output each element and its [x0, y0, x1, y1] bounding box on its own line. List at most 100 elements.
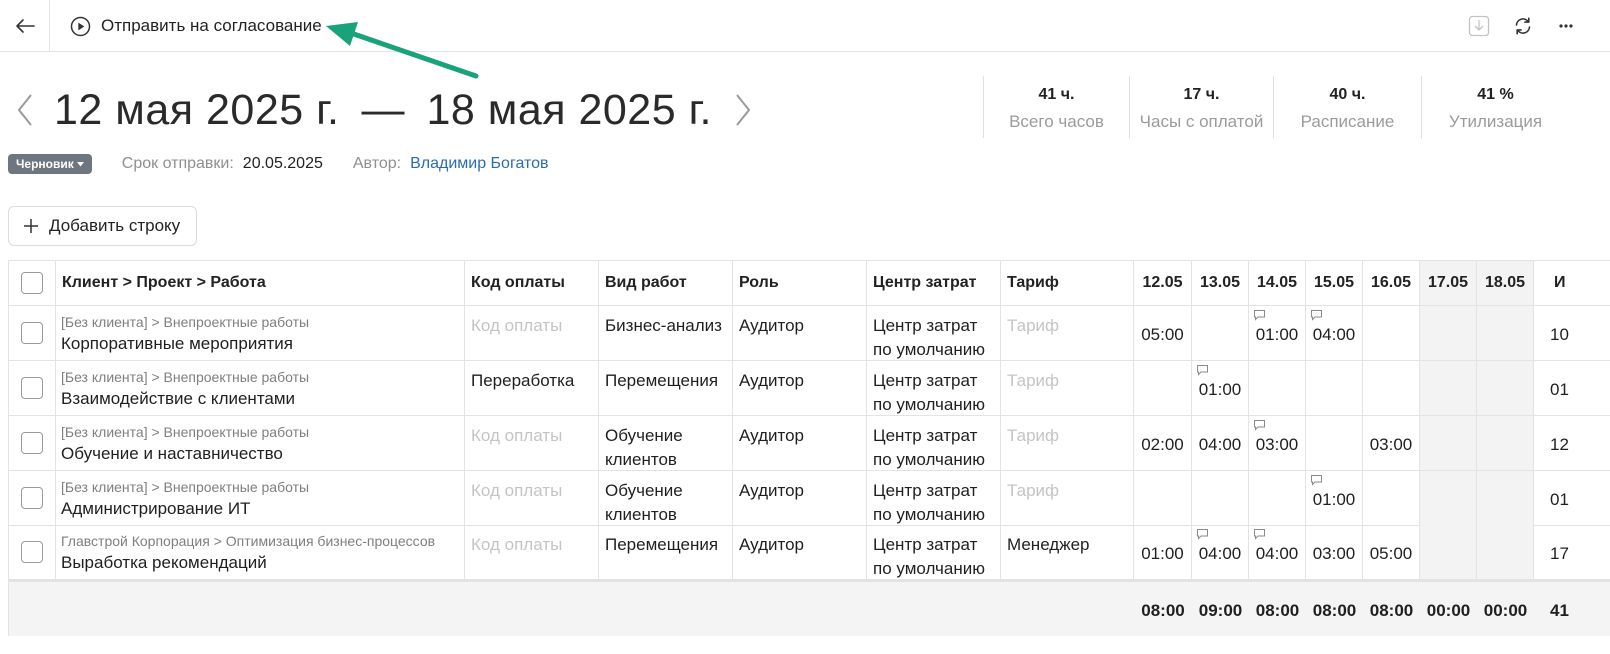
hours-value[interactable]: 01:00	[1249, 325, 1305, 345]
pay-code-cell[interactable]: Переработка	[465, 361, 599, 415]
previous-week-button[interactable]	[10, 82, 40, 138]
pay-code-cell[interactable]: Код оплаты	[465, 471, 599, 525]
hours-cell-13.05[interactable]: 04:00	[1192, 525, 1249, 579]
pay-code-cell[interactable]: Код оплаты	[465, 306, 599, 360]
task-cell[interactable]: [Без клиента] > Внепроектные работы Корпо…	[56, 306, 465, 360]
work-type-cell[interactable]: Бизнес-анализ	[599, 306, 733, 360]
hours-cell-14.05[interactable]	[1249, 471, 1306, 525]
hours-cell-15.05[interactable]: 01:00	[1306, 471, 1363, 525]
hours-value[interactable]: 05:00	[1134, 325, 1191, 345]
hours-cell-14.05[interactable]	[1249, 361, 1306, 415]
next-week-button[interactable]	[728, 82, 758, 138]
comment-icon[interactable]	[1310, 309, 1323, 321]
hours-cell-15.05[interactable]	[1306, 361, 1363, 415]
hours-cell-13.05[interactable]	[1192, 471, 1249, 525]
hours-cell-18.05[interactable]	[1477, 416, 1534, 470]
row-checkbox[interactable]	[21, 541, 43, 563]
comment-icon[interactable]	[1253, 419, 1266, 431]
comment-icon[interactable]	[1310, 474, 1323, 486]
hours-cell-18.05[interactable]	[1477, 306, 1534, 360]
role-cell[interactable]: Аудитор	[733, 306, 867, 360]
task-cell[interactable]: [Без клиента] > Внепроектные работы Обуче…	[56, 416, 465, 470]
hours-cell-16.05[interactable]	[1363, 306, 1420, 360]
hours-value[interactable]: 05:00	[1363, 544, 1419, 564]
hours-value[interactable]: 03:00	[1249, 435, 1305, 455]
hours-value[interactable]: 04:00	[1192, 544, 1248, 564]
comment-icon[interactable]	[1196, 528, 1209, 540]
role-cell[interactable]: Аудитор	[733, 525, 867, 579]
submit-for-approval-button[interactable]: Отправить на согласование	[70, 14, 322, 38]
status-badge[interactable]: Черновик	[8, 154, 92, 174]
pay-code-cell[interactable]: Код оплаты	[465, 416, 599, 470]
cost-center-cell[interactable]: Центр затрат по умолчанию	[867, 361, 1001, 415]
comment-icon[interactable]	[1196, 364, 1209, 376]
hours-cell-16.05[interactable]	[1363, 471, 1420, 525]
hours-cell-13.05[interactable]: 04:00	[1192, 416, 1249, 470]
more-button[interactable]	[1554, 14, 1578, 38]
work-type-cell[interactable]: Обучение клиентов	[599, 471, 733, 525]
hours-cell-17.05[interactable]	[1420, 471, 1477, 525]
hours-cell-16.05[interactable]: 03:00	[1363, 416, 1420, 470]
row-checkbox[interactable]	[21, 432, 43, 454]
hours-cell-16.05[interactable]	[1363, 361, 1420, 415]
row-checkbox[interactable]	[21, 377, 43, 399]
work-type-cell[interactable]: Перемещения	[599, 361, 733, 415]
hours-value[interactable]: 04:00	[1306, 325, 1362, 345]
rate-cell[interactable]: Менеджер	[1001, 525, 1134, 579]
hours-cell-12.05[interactable]	[1134, 471, 1192, 525]
hours-cell-14.05[interactable]: 03:00	[1249, 416, 1306, 470]
hours-cell-15.05[interactable]: 04:00	[1306, 306, 1363, 360]
hours-cell-17.05[interactable]	[1420, 306, 1477, 360]
hours-cell-12.05[interactable]: 01:00	[1134, 525, 1192, 579]
download-button[interactable]	[1467, 14, 1491, 38]
hours-cell-13.05[interactable]	[1192, 306, 1249, 360]
hours-cell-13.05[interactable]: 01:00	[1192, 361, 1249, 415]
hours-value[interactable]: 01:00	[1192, 380, 1248, 400]
hours-value[interactable]: 04:00	[1249, 544, 1305, 564]
hours-value[interactable]: 04:00	[1192, 435, 1248, 455]
comment-icon[interactable]	[1253, 528, 1266, 540]
pay-code-cell[interactable]: Код оплаты	[465, 525, 599, 579]
select-all-checkbox[interactable]	[21, 272, 43, 294]
work-type-cell[interactable]: Обучение клиентов	[599, 416, 733, 470]
hours-cell-18.05[interactable]	[1477, 525, 1534, 579]
add-row-button[interactable]: Добавить строку	[8, 206, 197, 246]
row-checkbox[interactable]	[21, 322, 43, 344]
hours-value[interactable]: 03:00	[1363, 435, 1419, 455]
comment-icon[interactable]	[1253, 309, 1266, 321]
rate-cell[interactable]: Тариф	[1001, 361, 1134, 415]
hours-cell-17.05[interactable]	[1420, 361, 1477, 415]
cost-center-cell[interactable]: Центр затрат по умолчанию	[867, 306, 1001, 360]
role-cell[interactable]: Аудитор	[733, 471, 867, 525]
hours-value[interactable]: 02:00	[1134, 435, 1191, 455]
hours-cell-12.05[interactable]: 02:00	[1134, 416, 1192, 470]
role-cell[interactable]: Аудитор	[733, 361, 867, 415]
hours-cell-17.05[interactable]	[1420, 416, 1477, 470]
task-cell[interactable]: Главстрой Корпорация > Оптимизация бизне…	[56, 525, 465, 579]
cost-center-cell[interactable]: Центр затрат по умолчанию	[867, 416, 1001, 470]
role-cell[interactable]: Аудитор	[733, 416, 867, 470]
hours-value[interactable]: 01:00	[1306, 490, 1362, 510]
task-cell[interactable]: [Без клиента] > Внепроектные работы Админ…	[56, 471, 465, 525]
hours-cell-14.05[interactable]: 01:00	[1249, 306, 1306, 360]
hours-cell-12.05[interactable]: 05:00	[1134, 306, 1192, 360]
rate-cell[interactable]: Тариф	[1001, 306, 1134, 360]
hours-value[interactable]: 01:00	[1134, 544, 1191, 564]
hours-cell-14.05[interactable]: 04:00	[1249, 525, 1306, 579]
author-link[interactable]: Владимир Богатов	[410, 155, 548, 173]
hours-cell-16.05[interactable]: 05:00	[1363, 525, 1420, 579]
rate-cell[interactable]: Тариф	[1001, 471, 1134, 525]
hours-cell-17.05[interactable]	[1420, 525, 1477, 579]
hours-value[interactable]: 03:00	[1306, 544, 1362, 564]
hours-cell-12.05[interactable]	[1134, 361, 1192, 415]
hours-cell-15.05[interactable]	[1306, 416, 1363, 470]
hours-cell-18.05[interactable]	[1477, 471, 1534, 525]
rate-cell[interactable]: Тариф	[1001, 416, 1134, 470]
task-cell[interactable]: [Без клиента] > Внепроектные работы Взаим…	[56, 361, 465, 415]
work-type-cell[interactable]: Перемещения	[599, 525, 733, 579]
cost-center-cell[interactable]: Центр затрат по умолчанию	[867, 471, 1001, 525]
cost-center-cell[interactable]: Центр затрат по умолчанию	[867, 525, 1001, 579]
hours-cell-18.05[interactable]	[1477, 361, 1534, 415]
row-checkbox[interactable]	[21, 487, 43, 509]
hours-cell-15.05[interactable]: 03:00	[1306, 525, 1363, 579]
